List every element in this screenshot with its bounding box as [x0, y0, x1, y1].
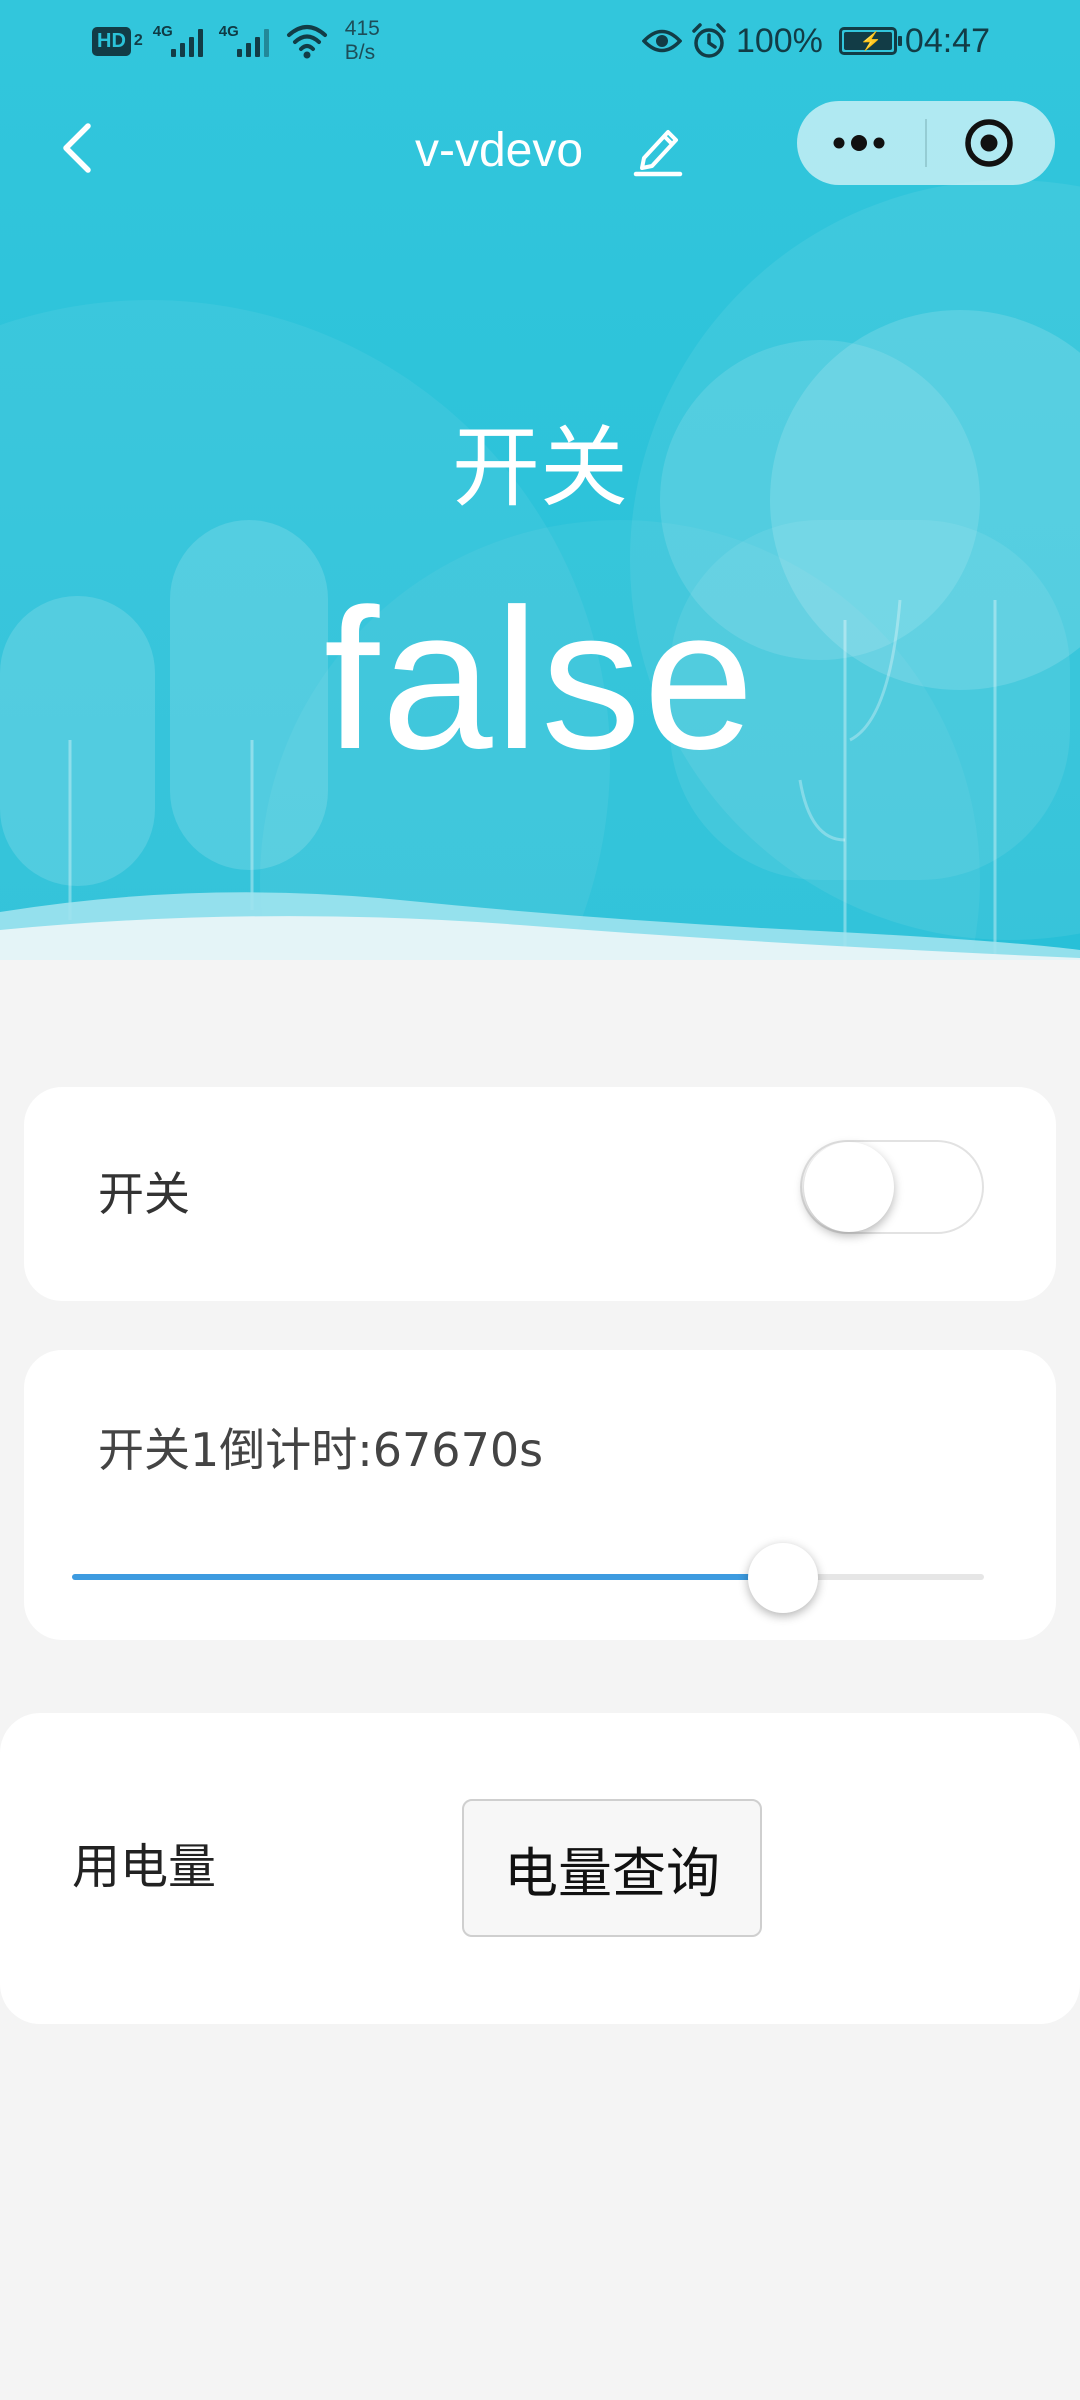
hd-badge-text: HD — [92, 26, 131, 56]
hero-label: 开关 — [451, 416, 628, 519]
status-bar-left: HD 2 4G 4G 415 B/s — [92, 16, 380, 66]
power-usage-label: 用电量 — [72, 1839, 217, 1895]
signal-1-label: 4G — [152, 23, 173, 40]
countdown-label: 开关1倒计时:67670s — [98, 1423, 544, 1477]
status-bar-right: 100% ⚡ 04:47 — [641, 16, 990, 66]
signal-1-icon: 4G — [153, 21, 209, 61]
signal-2-label: 4G — [218, 23, 239, 40]
hd-badge-sub: 2 — [133, 32, 143, 49]
hero-value: false — [323, 568, 757, 791]
network-speed-unit: B/s — [344, 41, 376, 64]
slider-thumb[interactable] — [748, 1543, 818, 1613]
pencil-icon[interactable] — [632, 120, 684, 178]
slider-fill — [72, 1574, 783, 1580]
power-query-button[interactable]: 电量查询 — [462, 1799, 762, 1937]
switch-card: 开关 — [24, 1087, 1056, 1301]
alarm-icon — [692, 23, 726, 58]
hero-banner: HD 2 4G 4G 415 B/s 100% ⚡ 04:47 v-vdevo … — [0, 0, 1080, 960]
network-speed-value: 415 — [344, 17, 380, 40]
back-button[interactable] — [50, 118, 110, 178]
network-speed: 415 B/s — [345, 17, 380, 65]
eye-icon — [641, 29, 682, 53]
switch-toggle-knob — [804, 1142, 894, 1232]
battery-percent: 100% — [735, 21, 823, 60]
switch-toggle[interactable] — [800, 1140, 984, 1234]
status-bar: HD 2 4G 4G 415 B/s 100% ⚡ 04:47 — [0, 0, 1080, 80]
countdown-slider[interactable] — [72, 1540, 984, 1620]
power-usage-card: 用电量 电量查询 — [0, 1713, 1080, 2024]
target-circle-icon — [965, 119, 1013, 167]
battery-icon: ⚡ — [838, 27, 902, 55]
clock-time: 04:47 — [904, 21, 990, 60]
wifi-icon — [286, 25, 327, 59]
more-dots-icon — [833, 135, 885, 151]
more-button[interactable] — [797, 101, 925, 185]
miniprogram-capsule — [797, 101, 1055, 185]
switch-label: 开关 — [98, 1167, 190, 1221]
chevron-left-icon — [63, 123, 91, 173]
nav-title: v-vdevo — [415, 123, 584, 177]
close-miniprogram-button[interactable] — [927, 101, 1055, 185]
signal-2-icon: 4G — [219, 21, 275, 61]
hd-voice-icon: HD 2 — [92, 26, 143, 56]
screen: HD 2 4G 4G 415 B/s 100% ⚡ 04:47 v-vdevo … — [0, 0, 1080, 2400]
